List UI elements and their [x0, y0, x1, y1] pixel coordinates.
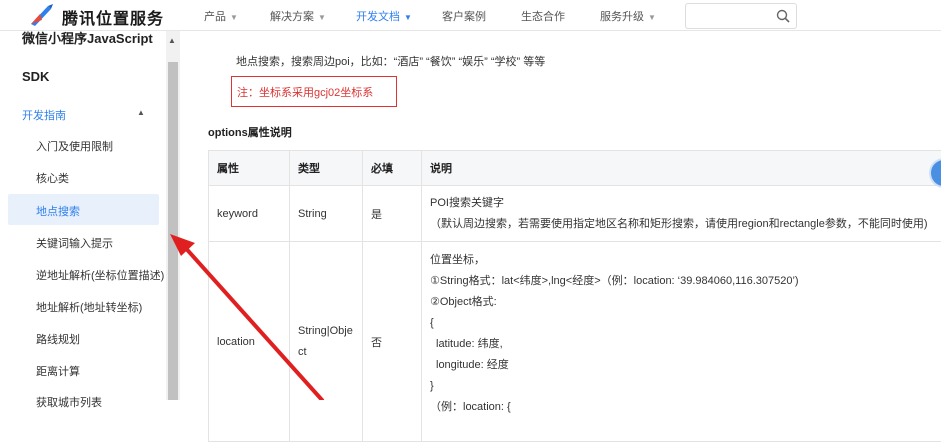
sidebar-item-core[interactable]: 核心类: [36, 170, 69, 186]
cell-line: String|Obje: [298, 321, 354, 342]
sidebar-item-intro[interactable]: 入门及使用限制: [36, 138, 113, 154]
brand-name[interactable]: 腾讯位置服务: [62, 5, 164, 29]
table-cell: String|Obje ct: [290, 242, 363, 442]
table-cell: POI搜索关键字 （默认周边搜索，若需要使用指定地区名称和矩形搜索，请使用reg…: [422, 186, 941, 242]
nav-solutions[interactable]: 解决方案 ▼: [270, 8, 326, 24]
sidebar-item-suggestion[interactable]: 关键词输入提示: [36, 235, 113, 251]
sidebar-item-poi-search[interactable]: 地点搜索: [36, 203, 80, 219]
table-cell: location: [209, 242, 290, 442]
nav-label: 服务升级: [600, 11, 644, 23]
table-header: 说明: [422, 151, 941, 186]
options-table: 属性 类型 必填 说明 keyword String 是 POI搜索关键字 （默…: [208, 150, 941, 442]
sidebar-item-reverse-geocoder[interactable]: 逆地址解析(坐标位置描述): [36, 267, 164, 283]
top-header: 腾讯位置服务 产品 ▼ 解决方案 ▼ 开发文档 ▼ 客户案例 生态合作 服务升级 ▼: [0, 0, 941, 31]
table-row: keyword String 是 POI搜索关键字 （默认周边搜索，若需要使用指…: [209, 186, 941, 242]
sidebar-title-sdk[interactable]: SDK: [22, 69, 49, 84]
cell-line: ①String格式：lat<纬度>,lng<经度>（例：location: ‘3…: [430, 271, 939, 292]
cell-line: latitude: 纬度,: [430, 334, 939, 355]
annotation-box: 注：坐标系采用gcj02坐标系: [231, 76, 397, 107]
logo-icon[interactable]: [28, 2, 54, 28]
cell-line: ct: [298, 342, 354, 363]
cell-line: （默认周边搜索，若需要使用指定地区名称和矩形搜索，请使用region和recta…: [430, 214, 939, 235]
table-cell: 否: [363, 242, 422, 442]
section-heading: options属性说明: [208, 124, 292, 140]
chevron-down-icon: ▼: [318, 13, 326, 22]
cell-line: POI搜索关键字: [430, 193, 939, 214]
cell-line: ②Object格式:: [430, 292, 939, 313]
nav-label: 生态合作: [521, 11, 565, 23]
table-cell: 位置坐标， ①String格式：lat<纬度>,lng<经度>（例：locati…: [422, 242, 941, 442]
nav-dev-docs[interactable]: 开发文档 ▼: [356, 8, 412, 24]
table-cell: keyword: [209, 186, 290, 242]
cell-line: longitude: 经度: [430, 355, 939, 376]
chevron-down-icon: ▼: [404, 13, 412, 22]
sidebar-item-city-list[interactable]: 获取城市列表: [36, 394, 102, 410]
sidebar-section-dev-guide[interactable]: 开发指南: [22, 107, 66, 123]
table-cell: String: [290, 186, 363, 242]
table-header: 属性: [209, 151, 290, 186]
doc-sidebar: 微信小程序JavaScript SDK 开发指南 ▲ 入门及使用限制 核心类 地…: [0, 30, 166, 400]
cell-line: {: [430, 313, 939, 334]
sidebar-item-geocoder[interactable]: 地址解析(地址转坐标): [36, 299, 142, 315]
nav-upgrade[interactable]: 服务升级 ▼: [600, 8, 656, 24]
sidebar-item-direction[interactable]: 路线规划: [36, 331, 80, 347]
cell-line: 位置坐标，: [430, 250, 939, 271]
doc-content: 地点搜索，搜索周边poi，比如：“酒店” “餐饮” “娱乐” “学校” 等等 注…: [180, 30, 941, 400]
table-row: location String|Obje ct 否 位置坐标， ①String格…: [209, 242, 941, 442]
nav-label: 解决方案: [270, 11, 314, 23]
chevron-up-icon[interactable]: ▲: [137, 108, 145, 117]
chevron-down-icon: ▼: [230, 13, 238, 22]
coordinate-note: 注：坐标系采用gcj02坐标系: [237, 84, 373, 100]
table-header-row: 属性 类型 必填 说明: [209, 151, 941, 186]
description-text: 地点搜索，搜索周边poi，比如：“酒店” “餐饮” “娱乐” “学校” 等等: [236, 53, 545, 69]
search-input[interactable]: [685, 3, 797, 29]
table-cell: 是: [363, 186, 422, 242]
cell-line: （例：location: {: [430, 397, 939, 418]
scrollbar-thumb[interactable]: [168, 62, 178, 400]
search-icon[interactable]: [776, 9, 790, 23]
sidebar-item-distance[interactable]: 距离计算: [36, 363, 80, 379]
nav-label: 产品: [204, 11, 226, 23]
active-item-highlight: [8, 194, 159, 225]
cell-line: }: [430, 376, 939, 397]
nav-label: 客户案例: [442, 11, 486, 23]
chevron-down-icon: ▼: [648, 13, 656, 22]
table-header: 必填: [363, 151, 422, 186]
nav-label: 开发文档: [356, 11, 400, 23]
nav-cases[interactable]: 客户案例: [442, 8, 486, 24]
nav-ecosystem[interactable]: 生态合作: [521, 8, 565, 24]
scroll-up-icon[interactable]: ▲: [168, 36, 176, 45]
nav-products[interactable]: 产品 ▼: [204, 8, 238, 24]
table-header: 类型: [290, 151, 363, 186]
